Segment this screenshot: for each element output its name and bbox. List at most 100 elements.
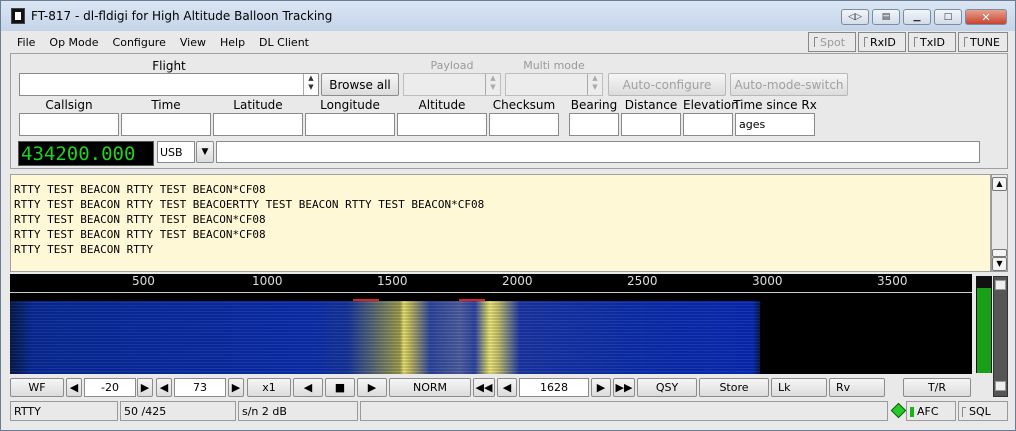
range-down-icon[interactable]: ◀ <box>156 378 172 397</box>
rx-line: RTTY TEST BEACON RTTY TEST BEACOERTTY TE… <box>14 198 485 211</box>
close-button[interactable]: ✕ <box>965 9 1007 25</box>
time-field[interactable] <box>121 113 211 136</box>
menu-view[interactable]: View <box>173 36 213 49</box>
payload-label: Payload <box>430 59 474 72</box>
wf-button[interactable]: WF <box>10 378 64 397</box>
range-up-icon[interactable]: ▶ <box>228 378 244 397</box>
signal-level-gauge <box>976 276 992 373</box>
rv-toggle[interactable]: Rv <box>829 378 885 397</box>
time-label: Time <box>151 98 181 112</box>
stop-icon[interactable]: ■ <box>325 378 355 397</box>
slow-left-icon[interactable]: ◀ <box>293 378 323 397</box>
fast-right-icon[interactable]: ▶▶ <box>613 378 635 397</box>
rig-mode-dropdown-icon[interactable]: ▼ <box>196 141 214 163</box>
rx-line: RTTY TEST BEACON RTTY TEST BEACON*CF08 <box>14 228 266 241</box>
flight-label: Flight <box>152 59 186 73</box>
scale-tick-label: 2500 <box>627 274 658 288</box>
rx-line: RTTY TEST BEACON RTTY TEST BEACON*CF08 <box>14 183 266 196</box>
latitude-field[interactable] <box>213 113 303 136</box>
carrier-down-icon[interactable]: ◀ <box>497 378 517 397</box>
scroll-down-icon[interactable]: ▼ <box>992 257 1007 271</box>
rig-mode-field[interactable]: USB <box>157 141 195 163</box>
ref-level-field[interactable]: -20 <box>84 378 136 397</box>
ref-level-down-icon[interactable]: ◀ <box>66 378 82 397</box>
time-since-rx-field[interactable]: ages <box>735 113 815 136</box>
payload-spin-icon: ▲ ▼ <box>485 74 500 95</box>
fast-left-icon[interactable]: ◀◀ <box>473 378 495 397</box>
afc-toggle[interactable]: AFC <box>906 401 956 421</box>
rxid-toggle[interactable]: RxID <box>858 32 906 52</box>
rx-text-panel[interactable]: RTTY TEST BEACON RTTY TEST BEACON*CF08 RT… <box>10 174 991 272</box>
norm-button[interactable]: NORM <box>389 378 471 397</box>
maximize-button[interactable]: □ <box>934 9 962 25</box>
longitude-label: Longitude <box>320 98 380 112</box>
distance-field[interactable] <box>621 113 681 136</box>
menu-op-mode[interactable]: Op Mode <box>42 36 105 49</box>
checksum-label: Checksum <box>492 98 556 112</box>
squelch-slider[interactable] <box>993 276 1008 397</box>
pin-icon[interactable]: ▤ <box>872 9 900 25</box>
slow-right-icon[interactable]: ▶ <box>357 378 387 397</box>
distance-label: Distance <box>624 98 678 112</box>
app-window: FT-817 - dl-fldigi for High Altitude Bal… <box>0 0 1016 431</box>
callsign-field[interactable] <box>19 113 119 136</box>
elevation-label: Elevation <box>683 98 739 112</box>
status-mode[interactable]: RTTY <box>10 401 118 421</box>
minimize-button[interactable]: ▁ <box>903 9 931 25</box>
store-button[interactable]: Store <box>699 378 769 397</box>
tune-toggle[interactable]: TUNE <box>958 32 1008 52</box>
scroll-thumb[interactable] <box>992 249 1007 257</box>
afc-indicator-icon <box>890 402 907 419</box>
bearing-label: Bearing <box>570 98 618 112</box>
snap-icon[interactable]: ◁▷ <box>841 9 869 25</box>
browse-all-button[interactable]: Browse all <box>321 73 399 96</box>
waterfall[interactable]: 500 1000 1500 2000 2500 3000 3500 <box>10 274 972 374</box>
qsy-button[interactable]: QSY <box>637 378 697 397</box>
menu-dl-client[interactable]: DL Client <box>252 36 316 49</box>
scale-ruler <box>10 292 972 293</box>
tr-toggle[interactable]: T/R <box>903 378 971 397</box>
sql-toggle[interactable]: SQL <box>958 401 1008 421</box>
elevation-field[interactable] <box>683 113 733 136</box>
txid-toggle[interactable]: TxID <box>908 32 956 52</box>
lk-toggle[interactable]: Lk <box>771 378 827 397</box>
menu-file[interactable]: File <box>10 36 42 49</box>
status-shift[interactable]: 50 /425 <box>120 401 236 421</box>
rig-message-field[interactable] <box>216 141 980 163</box>
scale-tick-label: 500 <box>132 274 155 288</box>
status-snr: s/n 2 dB <box>238 401 358 421</box>
slider-top-thumb[interactable] <box>995 280 1006 290</box>
window-title: FT-817 - dl-fldigi for High Altitude Bal… <box>31 9 333 23</box>
zoom-button[interactable]: x1 <box>247 378 291 397</box>
altitude-field[interactable] <box>397 113 487 136</box>
rx-line: RTTY TEST BEACON RTTY TEST BEACON*CF08 <box>14 213 266 226</box>
title-bar: FT-817 - dl-fldigi for High Altitude Bal… <box>1 1 1015 31</box>
multimode-label: Multi mode <box>523 59 585 72</box>
scale-tick-label: 1000 <box>252 274 283 288</box>
frequency-display[interactable]: 434200.000 <box>18 141 154 166</box>
waterfall-signal <box>10 301 760 374</box>
carrier-field[interactable]: 1628 <box>519 378 589 397</box>
longitude-field[interactable] <box>305 113 395 136</box>
rx-scrollbar[interactable]: ▲ ▼ <box>991 174 1008 272</box>
ref-level-up-icon[interactable]: ▶ <box>137 378 153 397</box>
spot-toggle[interactable]: Spot <box>808 32 856 52</box>
bearing-field[interactable] <box>569 113 619 136</box>
range-field[interactable]: 73 <box>174 378 226 397</box>
carrier-up-icon[interactable]: ▶ <box>591 378 611 397</box>
app-icon <box>11 8 25 24</box>
auto-configure-button[interactable]: Auto-configure <box>608 73 726 96</box>
auto-mode-switch-button[interactable]: Auto-mode-switch <box>730 73 848 96</box>
checksum-field[interactable] <box>489 113 559 136</box>
slider-thumb[interactable] <box>995 381 1006 391</box>
multimode-spin-icon: ▲ ▼ <box>587 74 602 95</box>
flight-select[interactable]: ▲ ▼ <box>19 73 319 96</box>
scroll-up-icon[interactable]: ▲ <box>992 177 1007 191</box>
multimode-select[interactable]: ▲ ▼ <box>505 73 603 96</box>
latitude-label: Latitude <box>233 98 283 112</box>
menu-help[interactable]: Help <box>213 36 252 49</box>
flight-spin-icon[interactable]: ▲ ▼ <box>303 74 318 95</box>
payload-select[interactable]: ▲ ▼ <box>403 73 501 96</box>
scale-tick-label: 3000 <box>752 274 783 288</box>
menu-configure[interactable]: Configure <box>106 36 173 49</box>
